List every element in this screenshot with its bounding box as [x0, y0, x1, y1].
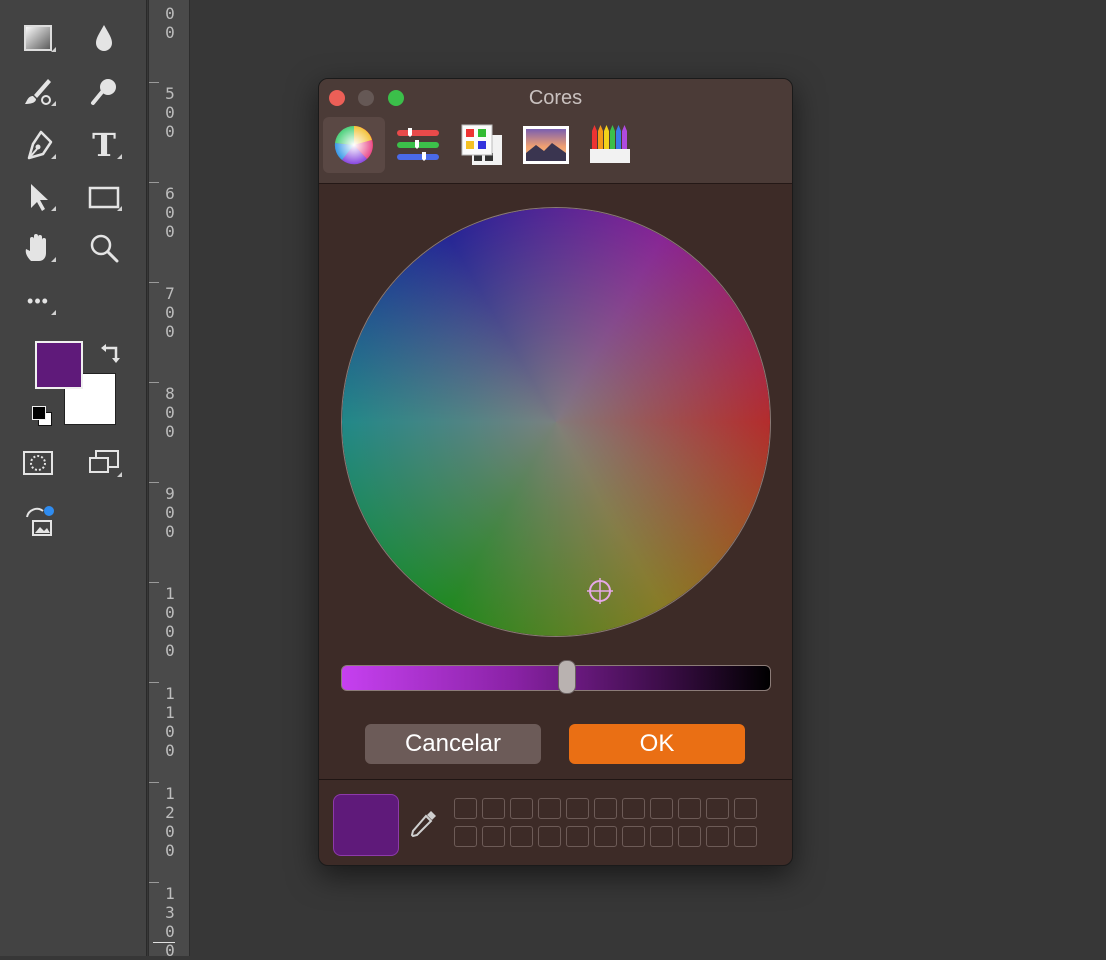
- ellipsis-icon: •••: [27, 290, 49, 311]
- quick-mask-icon: [23, 451, 53, 475]
- saved-color-cell[interactable]: [734, 798, 757, 819]
- dodge-tool[interactable]: [84, 72, 124, 112]
- cancel-button[interactable]: Cancelar: [365, 724, 541, 764]
- quick-mask-button[interactable]: [18, 443, 58, 483]
- palettes-icon: [461, 124, 502, 165]
- saved-color-cell[interactable]: [594, 826, 617, 847]
- gradient-tool[interactable]: [18, 18, 58, 58]
- ruler-label: 6 0 0: [165, 184, 175, 241]
- tab-color-wheel[interactable]: [323, 117, 385, 173]
- rectangle-icon: [88, 186, 120, 209]
- brush-icon: [25, 79, 51, 105]
- saved-color-cell[interactable]: [510, 826, 533, 847]
- saved-color-cell[interactable]: [538, 826, 561, 847]
- colors-dialog: Cores Cancelar OK: [318, 78, 793, 866]
- saved-color-cell[interactable]: [454, 826, 477, 847]
- saved-color-cell[interactable]: [538, 798, 561, 819]
- drop-icon: [96, 25, 112, 51]
- image-palette-icon: [523, 126, 569, 164]
- tab-pencils[interactable]: [579, 117, 641, 173]
- saved-color-cell[interactable]: [706, 798, 729, 819]
- pen-tool[interactable]: [18, 125, 58, 165]
- ruler-label: 8 0 0: [165, 384, 175, 441]
- sliders-icon: [397, 128, 439, 161]
- saved-color-cell[interactable]: [678, 826, 701, 847]
- generative-icon: [26, 506, 54, 536]
- current-color-swatch[interactable]: [333, 794, 399, 856]
- screen-mode-button[interactable]: [84, 443, 124, 483]
- ruler-label: 1 3 0 0: [165, 884, 175, 960]
- ruler-label: 1 1 0 0: [165, 684, 175, 760]
- brightness-slider[interactable]: [341, 660, 771, 694]
- saved-color-cell[interactable]: [594, 798, 617, 819]
- saved-color-cell[interactable]: [482, 798, 505, 819]
- saved-color-cell[interactable]: [650, 798, 673, 819]
- type-icon: T: [92, 126, 116, 164]
- tab-image-palettes[interactable]: [515, 117, 577, 173]
- foreground-color-swatch[interactable]: [35, 341, 83, 389]
- color-wheel[interactable]: [341, 207, 771, 637]
- default-colors-icon[interactable]: [30, 404, 56, 430]
- type-tool[interactable]: T: [84, 125, 124, 165]
- gradient-icon: [24, 25, 52, 51]
- saved-color-cell[interactable]: [454, 798, 477, 819]
- saved-color-cell[interactable]: [510, 798, 533, 819]
- ruler-label: 1 0 0 0: [165, 584, 175, 660]
- dialog-title: Cores: [528, 87, 583, 109]
- tab-color-palettes[interactable]: [451, 117, 513, 173]
- pencils-icon: [590, 125, 630, 163]
- slider-knob[interactable]: [558, 660, 577, 694]
- saved-color-cell[interactable]: [482, 826, 505, 847]
- blur-tool[interactable]: [84, 18, 124, 58]
- screen-mode-icon: [89, 450, 119, 473]
- tools-panel: T •••: [0, 0, 147, 956]
- arrow-icon: [31, 184, 48, 211]
- ruler-label: 5 0 0: [165, 84, 175, 141]
- swatch-bar: [319, 779, 792, 865]
- generative-tool[interactable]: [18, 502, 58, 542]
- zoom-tool[interactable]: [84, 228, 124, 268]
- crosshair-icon[interactable]: [585, 576, 615, 606]
- saved-color-cell[interactable]: [566, 798, 589, 819]
- ok-button[interactable]: OK: [569, 724, 745, 764]
- saved-color-cell[interactable]: [566, 826, 589, 847]
- saved-color-cell[interactable]: [706, 826, 729, 847]
- ruler-label: 0 0: [165, 4, 175, 42]
- color-wheel-icon: [334, 125, 373, 165]
- rectangle-tool[interactable]: [84, 177, 124, 217]
- saved-color-cell[interactable]: [622, 826, 645, 847]
- saved-color-cell[interactable]: [650, 826, 673, 847]
- pen-icon: [27, 130, 53, 160]
- dodge-icon: [91, 79, 116, 105]
- ruler-label: 1 2 0 0: [165, 784, 175, 860]
- saved-color-cell[interactable]: [622, 798, 645, 819]
- vertical-ruler: 0 0 5 0 0 6 0 0 7 0 0 8 0 0 9 0 0 1 0 0 …: [148, 0, 190, 960]
- dialog-titlebar: Cores: [319, 79, 792, 184]
- ruler-label: 7 0 0: [165, 284, 175, 341]
- swap-colors-icon[interactable]: [98, 340, 124, 366]
- hand-icon: [25, 234, 46, 261]
- hand-tool[interactable]: [18, 228, 58, 268]
- brush-tool[interactable]: [18, 72, 58, 112]
- saved-color-cell[interactable]: [678, 798, 701, 819]
- tab-color-sliders[interactable]: [387, 117, 449, 173]
- path-selection-tool[interactable]: [18, 177, 58, 217]
- ruler-label: 9 0 0: [165, 484, 175, 541]
- more-tools[interactable]: •••: [18, 281, 58, 321]
- eyedropper-icon[interactable]: [407, 808, 439, 840]
- magnifier-icon: [90, 234, 119, 263]
- saved-color-cell[interactable]: [734, 826, 757, 847]
